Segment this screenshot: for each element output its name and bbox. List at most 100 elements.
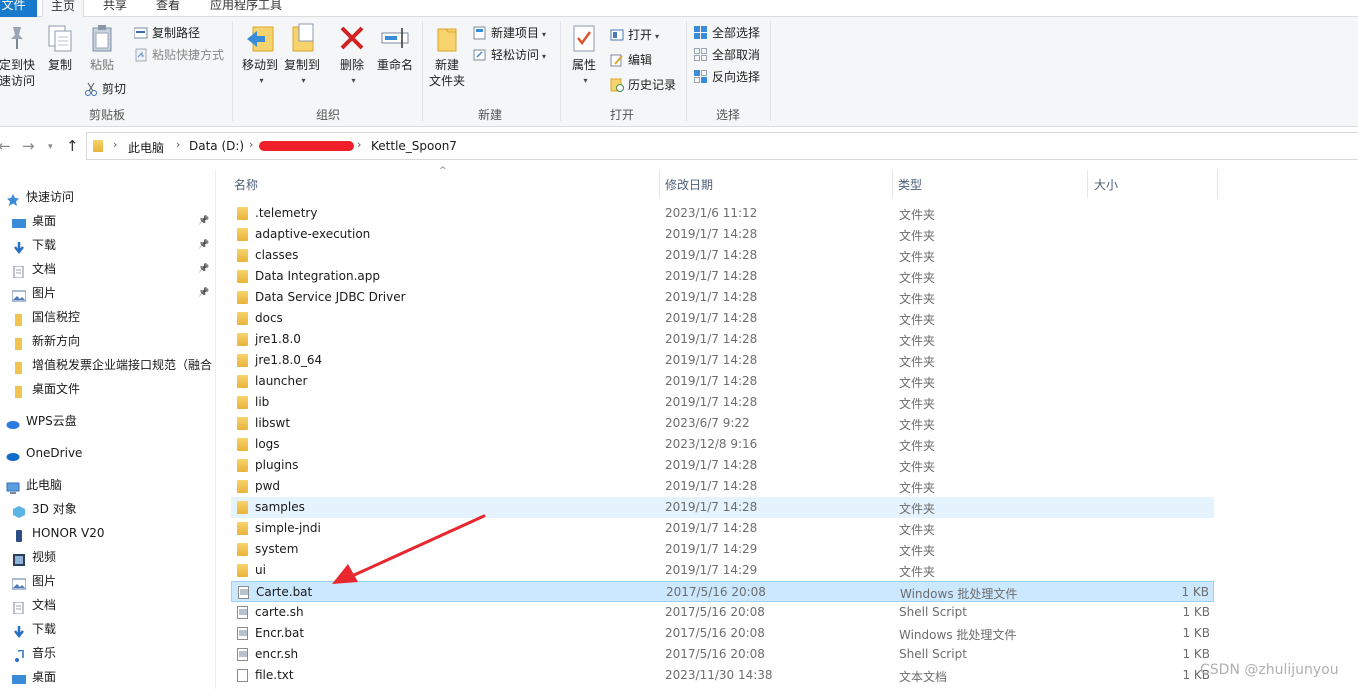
3d-objects-icon	[12, 503, 26, 518]
pin-icon[interactable]: 📌	[198, 210, 209, 232]
file-row[interactable]: lib 2019/1/7 14:28 文件夹	[231, 392, 1214, 413]
file-date: 2019/1/7 14:28	[665, 521, 758, 535]
new-item-button[interactable]: 新建项目 ▾	[471, 23, 546, 43]
file-name: file.txt	[255, 668, 294, 682]
copy-path-button[interactable]: 复制路径	[132, 23, 200, 43]
cloud-icon	[6, 415, 20, 429]
file-name: launcher	[255, 374, 308, 388]
select-none-button[interactable]: 全部取消	[692, 45, 760, 65]
file-row[interactable]: samples 2019/1/7 14:28 文件夹	[231, 497, 1214, 518]
back-arrow-icon[interactable]: ←	[0, 137, 11, 155]
tab-home[interactable]: 主页	[42, 0, 85, 18]
file-date: 2019/1/7 14:28	[665, 332, 758, 346]
file-row[interactable]: system 2019/1/7 14:29 文件夹	[231, 539, 1214, 560]
file-date: 2019/1/7 14:28	[665, 269, 758, 283]
file-row[interactable]: Data Integration.app 2019/1/7 14:28 文件夹	[231, 266, 1214, 287]
file-row[interactable]: .telemetry 2023/1/6 11:12 文件夹	[231, 203, 1214, 224]
column-divider[interactable]	[1217, 170, 1218, 198]
new-item-label: 新建项目	[491, 26, 540, 40]
move-to-button[interactable]: 移动到 ▾	[240, 23, 280, 89]
file-row[interactable]: encr.sh 2017/5/16 20:08 Shell Script 1 KB	[231, 644, 1214, 665]
rename-label: 重命名	[376, 58, 413, 72]
invert-selection-icon	[694, 70, 708, 84]
chevron-down-icon: ▾	[542, 52, 547, 61]
tab-share[interactable]: 共享	[95, 0, 135, 17]
column-header-size[interactable]: 大小	[1094, 176, 1118, 198]
easy-access-label: 轻松访问	[491, 48, 540, 62]
tab-app-tools[interactable]: 应用程序工具	[202, 0, 290, 17]
download-icon	[12, 623, 26, 639]
file-date: 2019/1/7 14:28	[665, 479, 758, 493]
folder-icon	[237, 228, 248, 241]
file-row[interactable]: adaptive-execution 2019/1/7 14:28 文件夹	[231, 224, 1214, 245]
nav-item-label: 视频	[32, 550, 57, 564]
file-row[interactable]: plugins 2019/1/7 14:28 文件夹	[231, 455, 1214, 476]
rename-button[interactable]: 重命名	[374, 23, 416, 73]
file-row[interactable]: jre1.8.0 2019/1/7 14:28 文件夹	[231, 329, 1214, 350]
file-row[interactable]: Data Service JDBC Driver 2019/1/7 14:28 文件…	[231, 287, 1214, 308]
file-type: 文件夹	[899, 418, 936, 432]
properties-button[interactable]: 属性 ▾	[568, 23, 600, 89]
nav-item-label: 桌面	[32, 214, 57, 228]
tab-file[interactable]: 文件	[0, 0, 37, 17]
paste-shortcut-button[interactable]: 粘贴快捷方式	[132, 45, 224, 65]
file-row[interactable]: logs 2023/12/8 9:16 文件夹	[231, 434, 1214, 455]
file-type: 文件夹	[899, 523, 936, 537]
folder-icon	[237, 354, 248, 367]
file-row[interactable]: docs 2019/1/7 14:28 文件夹	[231, 308, 1214, 329]
pin-icon[interactable]: 📌	[198, 258, 209, 280]
file-row[interactable]: ui 2019/1/7 14:29 文件夹	[231, 560, 1214, 581]
file-row[interactable]: launcher 2019/1/7 14:28 文件夹	[231, 371, 1214, 392]
paste-button[interactable]: 粘贴	[86, 23, 118, 73]
folder-icon	[237, 312, 248, 325]
sort-ascending-icon: ^	[439, 166, 447, 176]
open-button[interactable]: 打开 ▾	[608, 25, 659, 45]
column-header-name[interactable]: 名称	[234, 176, 258, 198]
file-type: 文本文档	[899, 670, 948, 684]
file-date: 2019/1/7 14:29	[665, 542, 758, 556]
column-divider[interactable]	[1087, 170, 1088, 198]
up-arrow-icon[interactable]: ↑	[66, 137, 79, 155]
breadcrumb-this-pc[interactable]: 此电脑	[128, 139, 164, 156]
file-row[interactable]: simple-jndi 2019/1/7 14:28 文件夹	[231, 518, 1214, 539]
pin-icon[interactable]: 📌	[198, 234, 209, 256]
nav-this-pc-label: 此电脑	[26, 478, 63, 492]
file-row[interactable]: jre1.8.0_64 2019/1/7 14:28 文件夹	[231, 350, 1214, 371]
copy-button[interactable]: 复制	[44, 23, 76, 73]
edit-button[interactable]: 编辑	[608, 50, 652, 70]
column-divider[interactable]	[659, 170, 660, 198]
tab-view[interactable]: 查看	[148, 0, 188, 17]
edit-label: 编辑	[628, 53, 653, 67]
new-folder-button[interactable]: 新建 文件夹	[428, 23, 466, 89]
group-divider	[686, 21, 687, 121]
file-row[interactable]: libswt 2023/6/7 9:22 文件夹	[231, 413, 1214, 434]
address-bar[interactable]: › 此电脑 › Data (D:) › › Kettle_Spoon7	[86, 132, 1358, 160]
delete-icon	[337, 23, 367, 53]
select-all-button[interactable]: 全部选择	[692, 23, 760, 43]
folder-icon	[93, 140, 103, 152]
file-row[interactable]: Carte.bat 2017/5/16 20:08 Windows 批处理文件 1 K…	[231, 581, 1214, 602]
history-button[interactable]: 历史记录	[608, 75, 676, 95]
recent-locations-chevron-icon[interactable]: ▾	[48, 142, 53, 152]
pin-quick-access-button[interactable]: 定到快 速访问	[0, 23, 38, 89]
file-row[interactable]: carte.sh 2017/5/16 20:08 Shell Script 1 KB	[231, 602, 1214, 623]
breadcrumb-kettle-spoon7[interactable]: Kettle_Spoon7	[371, 139, 457, 153]
pin-icon	[7, 23, 27, 53]
column-header-type[interactable]: 类型	[898, 176, 922, 198]
select-none-icon	[694, 48, 708, 62]
column-divider[interactable]	[892, 170, 893, 198]
delete-button[interactable]: 删除 ▾	[336, 23, 368, 89]
column-header-date[interactable]: 修改日期	[665, 176, 713, 198]
file-row[interactable]: classes 2019/1/7 14:28 文件夹	[231, 245, 1214, 266]
invert-selection-button[interactable]: 反向选择	[692, 67, 760, 87]
file-type: 文件夹	[899, 460, 936, 474]
breadcrumb-data-drive[interactable]: Data (D:)	[189, 139, 244, 153]
easy-access-button[interactable]: 轻松访问 ▾	[471, 45, 546, 65]
file-row[interactable]: Encr.bat 2017/5/16 20:08 Windows 批处理文件 1 KB	[231, 623, 1214, 644]
pin-icon[interactable]: 📌	[198, 282, 209, 304]
file-row[interactable]: pwd 2019/1/7 14:28 文件夹	[231, 476, 1214, 497]
cut-button[interactable]: 剪切	[82, 79, 126, 99]
forward-arrow-icon[interactable]: →	[22, 137, 35, 155]
copy-to-button[interactable]: 复制到 ▾	[282, 23, 322, 89]
file-row[interactable]: file.txt 2023/11/30 14:38 文本文档 1 KB	[231, 665, 1214, 686]
